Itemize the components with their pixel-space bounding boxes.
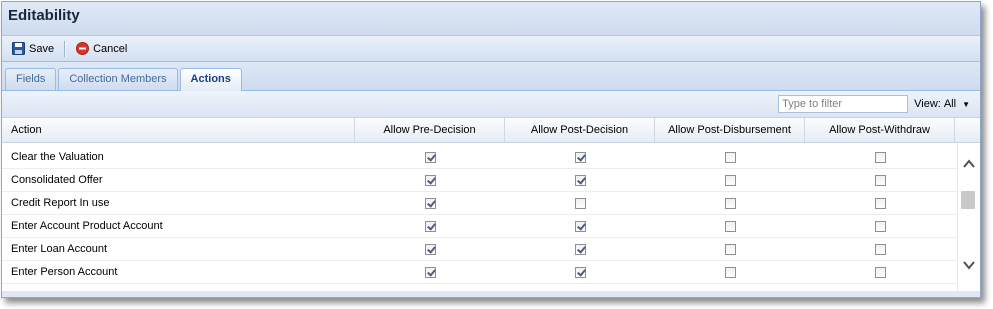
column-header-post-decision[interactable]: Allow Post-Decision (505, 118, 655, 142)
flag-cell-post-disbursement (655, 261, 805, 283)
checkbox-post-decision[interactable] (574, 151, 586, 163)
filter-input[interactable] (778, 95, 909, 113)
cancel-button[interactable]: Cancel (74, 42, 129, 55)
flag-cell-post-disbursement (655, 192, 805, 214)
grid-header: Action Allow Pre-Decision Allow Post-Dec… (2, 118, 980, 143)
column-header-pre-decision[interactable]: Allow Pre-Decision (355, 118, 505, 142)
table-row: Clear the Valuation (2, 146, 958, 169)
checkbox-pre-decision[interactable] (424, 243, 436, 255)
tab-collection-members[interactable]: Collection Members (58, 68, 178, 90)
action-name: Enter Account Product Account (11, 220, 163, 232)
column-header-spacer (955, 118, 979, 142)
checkbox-post-decision[interactable] (574, 174, 586, 186)
checkbox-pre-decision[interactable] (424, 151, 436, 163)
action-name: Consolidated Offer (11, 174, 103, 186)
grid-body: Clear the Valuation Consolidated Offer Cre… (2, 143, 980, 291)
view-select[interactable]: All (944, 98, 956, 110)
flag-cell-post-disbursement (655, 238, 805, 260)
checkbox-post-withdraw[interactable] (874, 220, 886, 232)
flag-cell-post-disbursement (655, 146, 805, 168)
flag-cell-post-decision (505, 146, 655, 168)
flag-cell-pre-decision (355, 169, 505, 191)
checkbox-post-disbursement[interactable] (724, 151, 736, 163)
table-row: Consolidated Offer (2, 169, 958, 192)
table-row: Enter Loan Account (2, 238, 958, 261)
toolbar-separator (64, 40, 67, 57)
table-row: Credit Report In use (2, 192, 958, 215)
checkbox-post-withdraw[interactable] (874, 174, 886, 186)
flag-cell-post-withdraw (805, 146, 955, 168)
checkbox-post-decision[interactable] (574, 266, 586, 278)
checkbox-post-disbursement[interactable] (724, 174, 736, 186)
filter-bar: View: All ▼ (2, 91, 980, 118)
table-row: Enter Person Account (2, 261, 958, 284)
checkbox-pre-decision[interactable] (424, 174, 436, 186)
cancel-label: Cancel (93, 42, 128, 55)
flag-cell-post-withdraw (805, 238, 955, 260)
flag-cell-post-withdraw (805, 215, 955, 237)
flag-cell-post-withdraw (805, 192, 955, 214)
checkbox-post-decision[interactable] (574, 220, 586, 232)
tab-actions[interactable]: Actions (179, 68, 242, 91)
checkbox-pre-decision[interactable] (424, 220, 436, 232)
grid-rows: Clear the Valuation Consolidated Offer Cre… (2, 143, 958, 291)
toolbar: Save Cancel (2, 35, 980, 62)
checkbox-post-withdraw[interactable] (874, 151, 886, 163)
column-header-action[interactable]: Action (2, 118, 355, 142)
flag-cell-pre-decision (355, 261, 505, 283)
flag-cell-post-disbursement (655, 215, 805, 237)
checkbox-post-disbursement[interactable] (724, 266, 736, 278)
flag-cell-post-decision (505, 215, 655, 237)
tab-strip: Fields Collection Members Actions (2, 62, 980, 91)
editability-window: Editability Save Cancel Fields Collectio… (1, 1, 981, 298)
checkbox-post-withdraw[interactable] (874, 197, 886, 209)
flag-cell-post-decision (505, 238, 655, 260)
action-name: Credit Report In use (11, 197, 110, 209)
table-row: Enter Account Product Account (2, 215, 958, 238)
cancel-circle-icon (76, 42, 90, 55)
column-header-post-disbursement[interactable]: Allow Post-Disbursement (655, 118, 805, 142)
checkbox-post-withdraw[interactable] (874, 266, 886, 278)
checkbox-post-withdraw[interactable] (874, 243, 886, 255)
flag-cell-post-disbursement (655, 169, 805, 191)
action-name: Enter Person Account (11, 266, 118, 278)
window-title: Editability (2, 2, 980, 35)
flag-cell-pre-decision (355, 192, 505, 214)
flag-cell-pre-decision (355, 238, 505, 260)
save-button[interactable]: Save (10, 42, 56, 55)
checkbox-post-disbursement[interactable] (724, 243, 736, 255)
flag-cell-post-withdraw (805, 261, 955, 283)
floppy-disk-icon (12, 42, 25, 55)
checkbox-post-decision[interactable] (574, 243, 586, 255)
scrollbar-thumb[interactable] (961, 191, 976, 209)
chevron-down-icon[interactable] (962, 258, 976, 272)
checkbox-post-disbursement[interactable] (724, 220, 736, 232)
chevron-up-icon[interactable] (962, 157, 976, 171)
caret-down-icon[interactable]: ▼ (962, 100, 970, 109)
flag-cell-post-decision (505, 261, 655, 283)
flag-cell-post-withdraw (805, 169, 955, 191)
checkbox-pre-decision[interactable] (424, 266, 436, 278)
checkbox-post-decision[interactable] (574, 197, 586, 209)
view-label: View: (914, 98, 941, 110)
flag-cell-pre-decision (355, 215, 505, 237)
flag-cell-pre-decision (355, 146, 505, 168)
vertical-scrollbar[interactable] (957, 143, 980, 291)
action-name: Enter Loan Account (11, 243, 108, 255)
checkbox-post-disbursement[interactable] (724, 197, 736, 209)
flag-cell-post-decision (505, 192, 655, 214)
checkbox-pre-decision[interactable] (424, 197, 436, 209)
save-label: Save (29, 42, 55, 55)
flag-cell-post-decision (505, 169, 655, 191)
action-name: Clear the Valuation (11, 151, 104, 163)
column-header-post-withdraw[interactable]: Allow Post-Withdraw (805, 118, 955, 142)
tab-fields[interactable]: Fields (5, 68, 57, 90)
